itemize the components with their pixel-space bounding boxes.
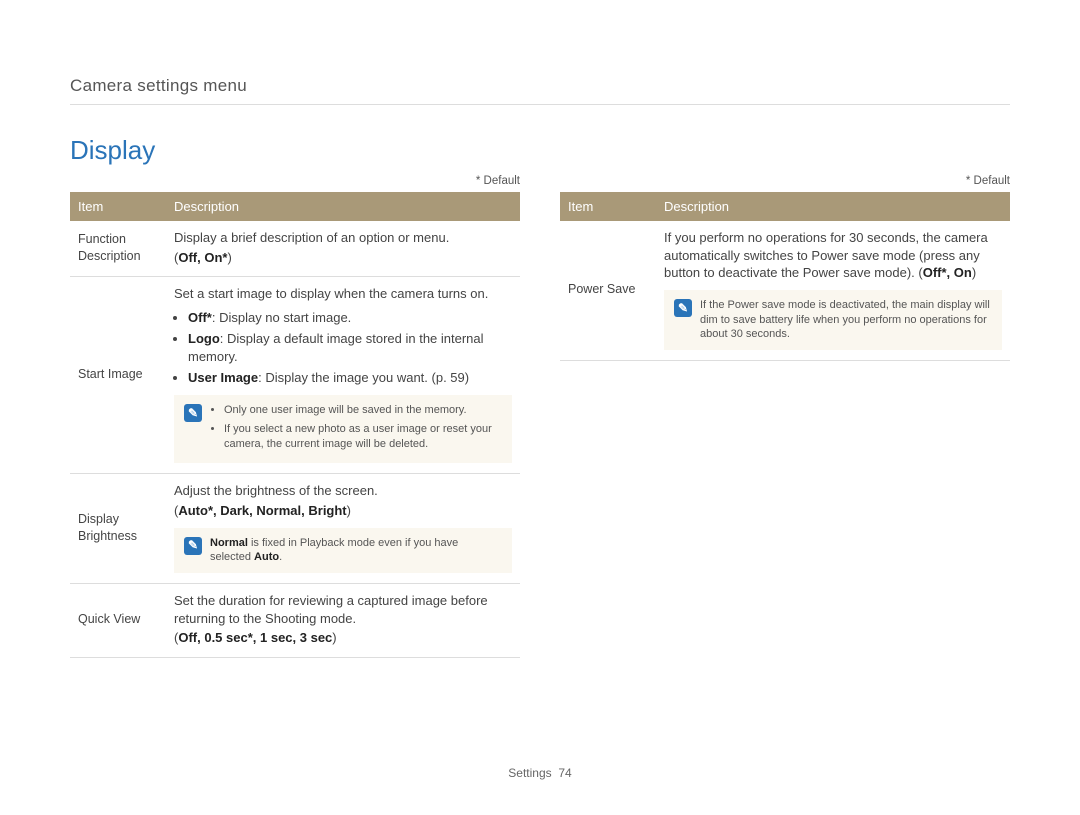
table-row: Quick View Set the duration for reviewin… [70, 584, 520, 658]
item-power-save: Power Save [560, 221, 656, 361]
start-image-options: Off*: Display no start image. Logo: Disp… [188, 309, 512, 387]
item-display-brightness: Display Brightness [70, 474, 166, 584]
table-row: Function Description Display a brief des… [70, 221, 520, 277]
right-column: * Default Item Description Power Save If… [560, 174, 1010, 658]
header-item: Item [70, 192, 166, 222]
desc-function-description: Display a brief description of an option… [166, 221, 520, 277]
settings-table-right: Item Description Power Save If you perfo… [560, 192, 1010, 362]
note-icon: ✎ [674, 299, 692, 317]
footer-label: Settings [508, 766, 551, 780]
desc-quick-view: Set the duration for reviewing a capture… [166, 584, 520, 658]
default-marker: * Default [560, 174, 1010, 190]
note-box: ✎ Only one user image will be saved in t… [174, 395, 512, 464]
page-title: Display [70, 133, 1010, 168]
settings-table-left: Item Description Function Description Di… [70, 192, 520, 658]
desc-power-save: If you perform no operations for 30 seco… [656, 221, 1010, 361]
header-description: Description [656, 192, 1010, 222]
header-description: Description [166, 192, 520, 222]
list-item: Off*: Display no start image. [188, 309, 512, 327]
default-marker: * Default [70, 174, 520, 190]
footer-page-number: 74 [558, 766, 571, 780]
note-icon: ✎ [184, 537, 202, 555]
item-function-description: Function Description [70, 221, 166, 277]
table-header-row: Item Description [560, 192, 1010, 222]
note-box: ✎ Normal is fixed in Playback mode even … [174, 528, 512, 574]
note-item: If you select a new photo as a user imag… [224, 422, 502, 452]
table-row: Display Brightness Adjust the brightness… [70, 474, 520, 584]
list-item: User Image: Display the image you want. … [188, 369, 512, 387]
table-row: Start Image Set a start image to display… [70, 277, 520, 474]
desc-display-brightness: Adjust the brightness of the screen. (Au… [166, 474, 520, 584]
note-item: Only one user image will be saved in the… [224, 403, 502, 418]
note-box: ✎ If the Power save mode is deactivated,… [664, 290, 1002, 351]
item-start-image: Start Image [70, 277, 166, 474]
note-text: If the Power save mode is deactivated, t… [700, 298, 992, 343]
breadcrumb: Camera settings menu [70, 75, 1010, 105]
table-row: Power Save If you perform no operations … [560, 221, 1010, 361]
content-columns: * Default Item Description Function Desc… [70, 174, 1010, 658]
table-header-row: Item Description [70, 192, 520, 222]
header-item: Item [560, 192, 656, 222]
item-quick-view: Quick View [70, 584, 166, 658]
list-item: Logo: Display a default image stored in … [188, 330, 512, 365]
desc-start-image: Set a start image to display when the ca… [166, 277, 520, 474]
left-column: * Default Item Description Function Desc… [70, 174, 520, 658]
page: Camera settings menu Display * Default I… [0, 0, 1080, 815]
note-icon: ✎ [184, 404, 202, 422]
page-footer: Settings 74 [0, 765, 1080, 781]
